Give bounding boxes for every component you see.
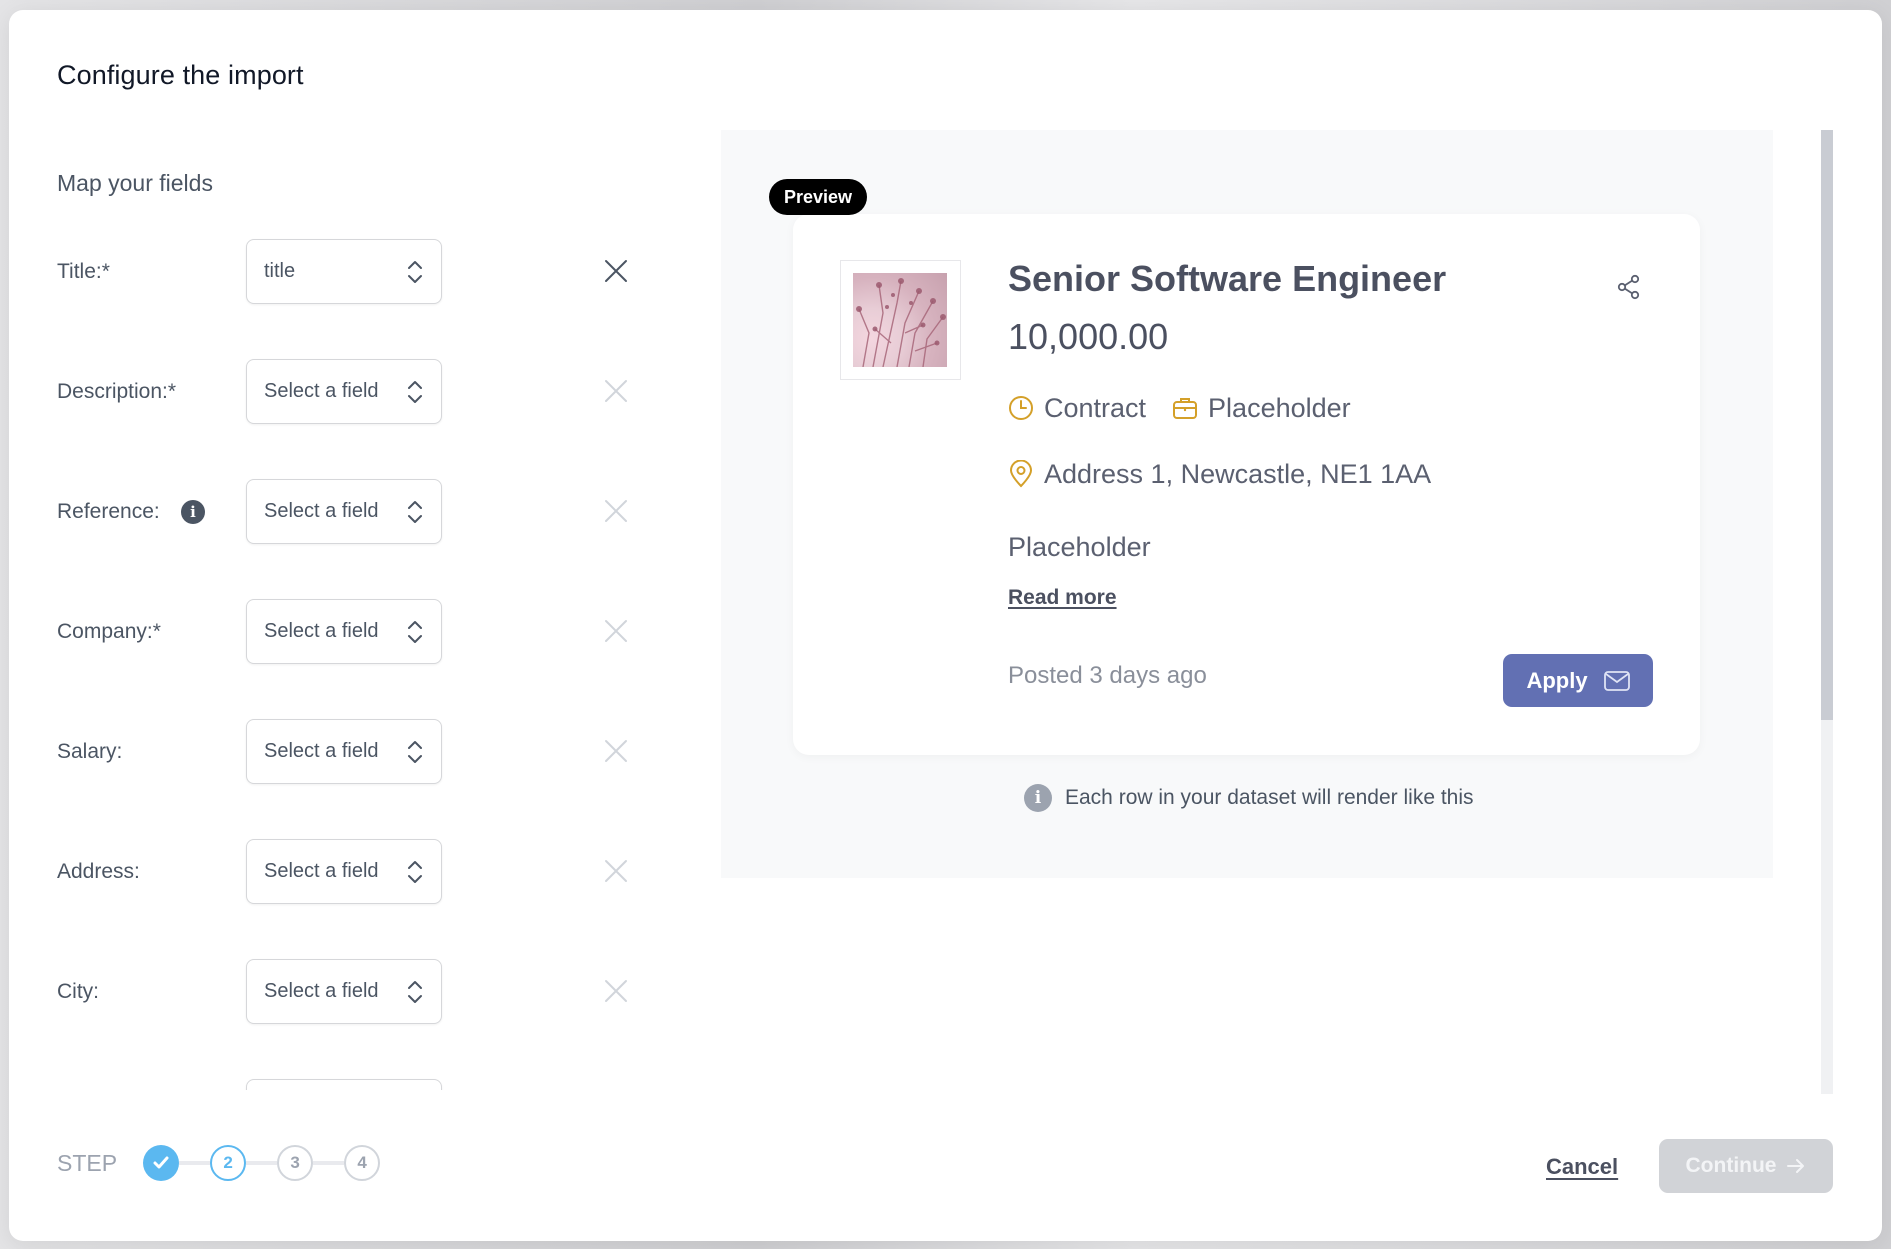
step-2[interactable]: 2 — [210, 1145, 247, 1181]
clear-field-icon[interactable] — [604, 739, 628, 763]
field-mapping-row — [57, 1079, 657, 1090]
field-label: Description:* — [57, 380, 177, 403]
chevron-up-down-icon — [408, 501, 422, 523]
step-number: 4 — [357, 1153, 367, 1172]
clock-icon — [1009, 396, 1033, 420]
continue-button[interactable]: Continue — [1659, 1139, 1833, 1193]
step-3[interactable]: 3 — [277, 1145, 314, 1181]
clear-field-icon[interactable] — [604, 379, 628, 403]
company-logo-image — [853, 273, 947, 367]
field-select[interactable]: Select a field — [246, 959, 442, 1024]
arrow-right-icon — [1787, 1159, 1805, 1173]
job-meta-row: Contract Placeholder — [1008, 392, 1377, 424]
job-card-preview: Senior Software Engineer 10,000.00 Contr… — [793, 214, 1700, 755]
contract-type-text: Contract — [1044, 392, 1147, 423]
field-label: Title:* — [57, 260, 110, 283]
chevron-up-down-icon — [408, 861, 422, 883]
chevron-up-down-icon — [408, 741, 422, 763]
field-select[interactable]: Select a field — [246, 359, 442, 424]
chevron-up-down-icon — [408, 261, 422, 283]
flower-branches-image — [856, 278, 946, 367]
field-mapping-row: Company:* Select a field — [57, 599, 657, 664]
location-pin-icon — [1009, 460, 1033, 488]
preview-note-text: Each row in your dataset will render lik… — [1065, 786, 1474, 809]
job-description: Placeholder — [1008, 532, 1151, 562]
scrollbar-track[interactable] — [1821, 130, 1833, 1094]
cancel-button[interactable]: Cancel — [1546, 1154, 1618, 1180]
step-4[interactable]: 4 — [344, 1145, 381, 1181]
field-label: Company:* — [57, 620, 161, 643]
step-label: STEP — [57, 1149, 118, 1176]
checkmark-icon — [153, 1156, 169, 1169]
import-config-modal: Configure the import Map your fields Tit… — [9, 10, 1882, 1241]
chevron-up-down-icon — [408, 981, 422, 1003]
field-select[interactable]: Select a field — [246, 479, 442, 544]
field-select-value: Select a field — [264, 620, 379, 642]
apply-button[interactable]: Apply — [1503, 654, 1653, 707]
briefcase-icon — [1173, 398, 1198, 419]
step-connector — [313, 1161, 345, 1165]
field-select[interactable]: Select a field — [246, 719, 442, 784]
field-mapping-row: City: Select a field — [57, 959, 657, 1024]
read-more-link[interactable]: Read more — [1008, 586, 1117, 610]
job-salary: 10,000.00 — [1008, 316, 1169, 357]
step-1[interactable] — [143, 1145, 180, 1181]
job-address-row: Address 1, Newcastle, NE1 1AA — [1008, 458, 1431, 490]
company-name: Placeholder — [1172, 393, 1351, 424]
preview-note: i Each row in your dataset will render l… — [1024, 784, 1474, 812]
clear-field-icon[interactable] — [604, 619, 628, 643]
section-title: Map your fields — [57, 170, 213, 196]
step-number: 3 — [290, 1153, 300, 1172]
field-select-value: Select a field — [264, 860, 379, 882]
continue-button-label: Continue — [1685, 1154, 1777, 1177]
apply-button-label: Apply — [1526, 667, 1588, 693]
clear-field-icon[interactable] — [604, 859, 628, 883]
company-name-text: Placeholder — [1208, 392, 1351, 423]
field-select[interactable]: title — [246, 239, 442, 304]
field-label: Salary: — [57, 740, 123, 763]
job-title: Senior Software Engineer — [1008, 258, 1447, 299]
field-label: Address: — [57, 860, 140, 883]
field-select-value: Select a field — [264, 740, 379, 762]
preview-badge: Preview — [769, 179, 868, 215]
chevron-up-down-icon — [408, 621, 422, 643]
field-select-value: Select a field — [264, 980, 379, 1002]
clear-field-icon[interactable] — [604, 499, 628, 523]
field-label: Reference: — [57, 500, 160, 523]
contract-type: Contract — [1008, 393, 1146, 424]
step-connector — [179, 1161, 211, 1165]
scrollbar-thumb[interactable] — [1821, 130, 1833, 720]
field-select[interactable]: Select a field — [246, 599, 442, 664]
company-logo-frame — [840, 260, 961, 380]
field-select[interactable] — [246, 1079, 442, 1090]
field-mapping-row: Salary: Select a field — [57, 719, 657, 784]
mail-icon — [1603, 670, 1630, 691]
field-select-value: title — [264, 260, 296, 282]
info-icon[interactable]: i — [181, 500, 205, 524]
field-mapping-row: Title:* title — [57, 239, 657, 304]
field-mapping-row: Description:* Select a field — [57, 359, 657, 424]
chevron-up-down-icon — [408, 381, 422, 403]
clear-field-icon[interactable] — [604, 259, 628, 283]
clear-field-icon[interactable] — [604, 979, 628, 1003]
field-select-value: Select a field — [264, 380, 379, 402]
info-icon: i — [1024, 784, 1052, 812]
step-connector — [246, 1161, 278, 1165]
field-select[interactable]: Select a field — [246, 839, 442, 904]
field-select-value: Select a field — [264, 500, 379, 522]
share-icon[interactable] — [1615, 273, 1643, 301]
field-mapping-row: Address: Select a field — [57, 839, 657, 904]
step-indicator: STEP 2 3 4 — [57, 1145, 381, 1181]
preview-panel: Preview Senior Software Engineer 10,000.… — [721, 130, 1773, 878]
field-mapping-list: Map your fields Title:* title Description:… — [9, 10, 709, 1090]
field-mapping-row: Reference: i Select a field — [57, 479, 657, 544]
job-address-text: Address 1, Newcastle, NE1 1AA — [1044, 458, 1432, 489]
field-label: City: — [57, 980, 99, 1003]
posted-date: Posted 3 days ago — [1008, 662, 1207, 689]
step-number: 2 — [223, 1153, 233, 1172]
